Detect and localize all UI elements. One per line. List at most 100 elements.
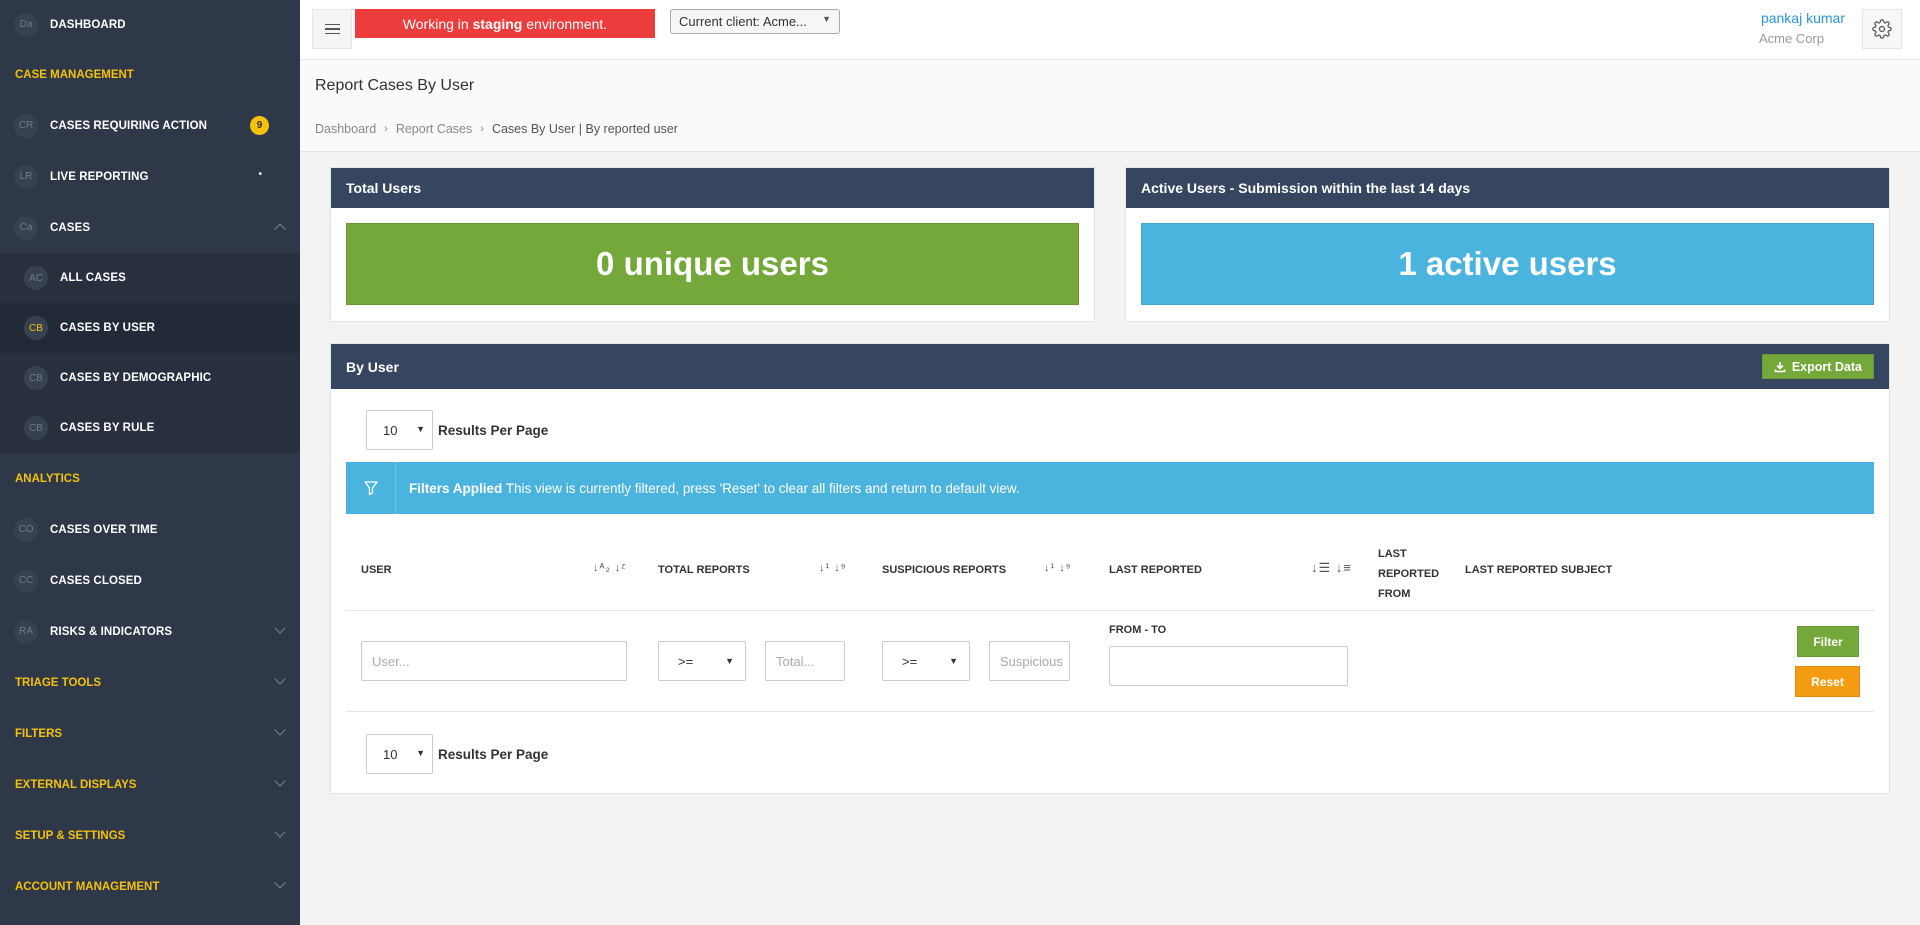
settings-button[interactable] <box>1862 9 1902 49</box>
sidebar-item-live-reporting[interactable]: LR LIVE REPORTING • <box>0 151 300 202</box>
filter-alert-bold: Filters Applied <box>409 480 503 496</box>
suspicious-filter-input[interactable]: Suspicious <box>989 641 1070 681</box>
sidebar-item-label: DASHBOARD <box>50 18 126 31</box>
breadcrumb-dashboard[interactable]: Dashboard <box>315 122 376 136</box>
chevron-up-icon <box>274 223 286 235</box>
user-filter-input[interactable]: User... <box>361 641 627 681</box>
results-per-page-bottom: 10 ▼ Results Per Page <box>366 734 548 774</box>
sort-suspicious-icons[interactable]: ↓¹ ↓⁹ <box>1044 562 1071 574</box>
sidebar-item-cases-requiring-action[interactable]: CR CASES REQUIRING ACTION 9 <box>0 100 300 151</box>
caret-down-icon: ▼ <box>949 656 958 666</box>
breadcrumb-report-cases[interactable]: Report Cases <box>396 122 472 136</box>
cases-over-time-badge: CO <box>14 517 38 542</box>
section-setup-settings[interactable]: SETUP & SETTINGS <box>0 810 300 861</box>
caret-down-icon: ▼ <box>416 424 425 434</box>
suspicious-op-value: >= <box>902 653 918 669</box>
sidebar-item-cases-by-demographic[interactable]: CB CASES BY DEMOGRAPHIC <box>0 353 300 403</box>
cases-closed-badge: CC <box>14 568 38 593</box>
section-filters[interactable]: FILTERS <box>0 708 300 759</box>
total-users-value: 0 unique users <box>346 223 1079 305</box>
filter-icon-box <box>346 462 396 514</box>
sidebar-item-label: CASES BY RULE <box>60 422 155 434</box>
active-users-panel: Active Users - Submission within the las… <box>1125 167 1890 322</box>
results-per-page-top: 10 ▼ Results Per Page <box>366 410 548 450</box>
by-user-header: By User Export Data <box>331 344 1889 389</box>
hamburger-line <box>324 32 340 35</box>
sidebar-item-cases-closed[interactable]: CC CASES CLOSED <box>0 555 300 606</box>
sidebar-item-cases-by-user[interactable]: CB CASES BY USER <box>0 303 300 353</box>
caret-down-icon: ▼ <box>416 748 425 758</box>
risks-badge: RA <box>14 619 38 644</box>
rpp-value: 10 <box>383 422 398 438</box>
cases-submenu: AC ALL CASES CB CASES BY USER CB CASES B… <box>0 253 300 453</box>
col-last-reported-from-1: LAST <box>1378 548 1407 560</box>
sort-total-icons[interactable]: ↓¹ ↓⁹ <box>819 562 846 574</box>
sidebar-item-label: CASES BY DEMOGRAPHIC <box>60 372 212 384</box>
section-analytics: ANALYTICS <box>15 472 80 485</box>
gear-icon <box>1872 19 1892 39</box>
col-last-reported[interactable]: LAST REPORTED <box>1109 564 1202 576</box>
from-to-label: FROM - TO <box>1109 624 1167 636</box>
section-label: SETUP & SETTINGS <box>15 829 126 842</box>
col-user[interactable]: USER <box>361 564 392 576</box>
filters-applied-alert: Filters Applied This view is currently f… <box>346 462 1874 514</box>
chevron-right-icon: › <box>384 123 388 135</box>
all-cases-badge: AC <box>24 266 48 290</box>
section-label: ACCOUNT MANAGEMENT <box>15 880 160 893</box>
filter-button[interactable]: Filter <box>1797 626 1859 657</box>
total-op-select[interactable]: >= ▼ <box>658 641 746 681</box>
sidebar-item-label: ALL CASES <box>60 272 126 284</box>
sidebar-item-risks-indicators[interactable]: RA RISKS & INDICATORS <box>0 606 300 657</box>
client-select[interactable]: Current client: Acme... ▼ <box>670 9 840 34</box>
cases-by-rule-badge: CB <box>24 416 48 440</box>
total-filter-input[interactable]: Total... <box>765 641 845 681</box>
breadcrumb: Dashboard › Report Cases › Cases By User… <box>315 122 678 136</box>
section-case-management: CASE MANAGEMENT <box>15 68 134 81</box>
col-last-reported-from-2: REPORTED <box>1378 568 1440 580</box>
section-triage-tools[interactable]: TRIAGE TOOLS <box>0 657 300 708</box>
section-external-displays[interactable]: EXTERNAL DISPLAYS <box>0 759 300 810</box>
live-reporting-badge: LR <box>14 164 38 189</box>
sidebar-item-cases[interactable]: Ca CASES <box>0 202 300 253</box>
date-range-input[interactable] <box>1109 646 1348 686</box>
total-users-title: Total Users <box>331 168 1094 208</box>
user-name-link[interactable]: pankaj kumar <box>1761 10 1845 26</box>
sidebar-item-dashboard[interactable]: Da DASHBOARD <box>0 0 300 49</box>
sidebar-item-label: CASES CLOSED <box>50 574 142 587</box>
breadcrumb-current: Cases By User | By reported user <box>491 122 678 136</box>
col-total-reports[interactable]: TOTAL REPORTS <box>658 564 750 576</box>
sidebar-item-cases-by-rule[interactable]: CB CASES BY RULE <box>0 403 300 453</box>
user-org: Acme Corp <box>1758 31 1824 46</box>
cases-by-demographic-badge: CB <box>24 366 48 390</box>
export-data-button[interactable]: Export Data <box>1761 354 1874 379</box>
section-label: EXTERNAL DISPLAYS <box>15 778 137 791</box>
sidebar-item-label: CASES OVER TIME <box>50 523 158 536</box>
rpp-value: 10 <box>383 746 398 762</box>
by-user-title: By User <box>346 358 399 375</box>
filter-alert-text: Filters Applied This view is currently f… <box>396 481 1020 496</box>
staging-banner: Working in staging environment. <box>355 9 655 38</box>
col-last-reported-from: LAST REPORTED FROM <box>1378 544 1439 604</box>
sidebar-item-cases-over-time[interactable]: CO CASES OVER TIME <box>0 504 300 555</box>
reset-button[interactable]: Reset <box>1795 666 1860 697</box>
active-users-value: 1 active users <box>1141 223 1874 305</box>
chevron-down-icon <box>274 673 286 685</box>
sort-last-reported-icons[interactable]: ↓☰ ↓≡ <box>1311 560 1352 576</box>
client-select-value: Current client: Acme... <box>679 14 807 29</box>
results-per-page-select[interactable]: 10 ▼ <box>366 734 433 774</box>
sort-user-icons[interactable]: ↓ᴬ₂ ↓ᶻ <box>593 562 626 574</box>
total-users-panel: Total Users 0 unique users <box>330 167 1095 322</box>
hamburger-line <box>324 23 340 26</box>
section-account-management[interactable]: ACCOUNT MANAGEMENT <box>0 861 300 912</box>
chevron-down-icon <box>274 622 286 634</box>
section-label: TRIAGE TOOLS <box>15 676 102 689</box>
dashboard-badge: Da <box>14 12 38 37</box>
staging-prefix: Working in <box>402 15 473 32</box>
menu-toggle-button[interactable] <box>312 9 352 49</box>
page-title: Report Cases By User <box>315 77 475 94</box>
suspicious-op-select[interactable]: >= ▼ <box>882 641 970 681</box>
cases-by-user-badge: CB <box>24 316 48 340</box>
col-suspicious-reports[interactable]: SUSPICIOUS REPORTS <box>882 564 1006 576</box>
sidebar-item-all-cases[interactable]: AC ALL CASES <box>0 253 300 303</box>
results-per-page-select[interactable]: 10 ▼ <box>366 410 433 450</box>
